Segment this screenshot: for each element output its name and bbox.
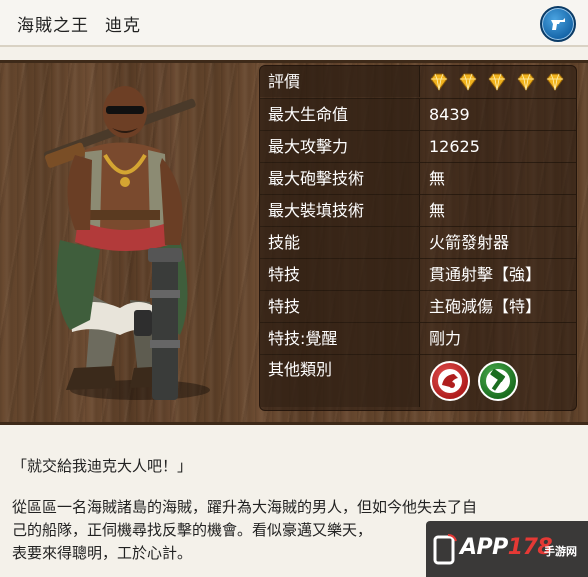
title-name: 迪克 — [105, 16, 141, 36]
gold-diamond-icon — [459, 73, 477, 91]
rating-gems — [428, 71, 568, 93]
stat-row-skill: 技能 火箭發射器 — [260, 226, 576, 258]
character-title: 海賊之王 迪克 — [17, 11, 141, 36]
stat-label: 技能 — [260, 227, 420, 258]
stat-value: 火箭發射器 — [429, 233, 510, 252]
stat-label: 最大生命值 — [260, 99, 420, 130]
hammer-icon[interactable] — [478, 361, 518, 401]
stat-row-categories: 其他類別 — [260, 354, 576, 407]
stat-value: 無 — [429, 169, 446, 188]
stat-value: 無 — [429, 201, 446, 220]
stat-label: 特技 — [260, 259, 420, 290]
stat-row-trait-1: 特技 貫通射擊【強】 — [260, 258, 576, 290]
watermark-text: APP178 — [460, 535, 553, 560]
character-portrait — [30, 70, 250, 420]
stat-row-rating: 評價 — [260, 66, 576, 98]
stat-row-max-attack: 最大攻擊力 12625 — [260, 130, 576, 162]
stats-table: 評價 最大生命值 8439 最大攻擊力 12625 最大砲擊技術 無 最大裝填技… — [259, 65, 577, 411]
title-epithet: 海賊之王 — [17, 16, 89, 36]
stat-row-max-hp: 最大生命值 8439 — [260, 98, 576, 130]
stat-label: 評價 — [260, 66, 420, 97]
gold-diamond-icon — [546, 73, 565, 91]
stat-label: 特技 — [260, 291, 420, 322]
gold-diamond-icon — [517, 73, 535, 91]
stat-label: 最大攻擊力 — [260, 131, 420, 162]
stat-row-awakening: 特技:覺醒 剛力 — [260, 322, 576, 354]
stat-label: 最大裝填技術 — [260, 195, 420, 226]
stat-label: 最大砲擊技術 — [260, 163, 420, 194]
site-watermark: APP178 手游网 — [426, 521, 588, 577]
title-bar: 海賊之王 迪克 — [0, 0, 588, 47]
stat-value: 12625 — [429, 137, 480, 156]
stat-value: 貫通射擊【強】 — [429, 265, 542, 284]
watermark-subtext: 手游网 — [544, 545, 577, 558]
phone-logo-icon — [433, 534, 457, 565]
stat-row-max-reload-skill: 最大裝填技術 無 — [260, 194, 576, 226]
cannon-shield-icon[interactable] — [430, 361, 470, 401]
revolver-icon[interactable] — [540, 6, 576, 42]
stat-value: 主砲減傷【特】 — [429, 297, 542, 316]
stat-label: 特技:覺醒 — [260, 323, 420, 354]
stat-label: 其他類別 — [260, 355, 420, 407]
gold-diamond-icon — [430, 73, 448, 91]
stat-value: 剛力 — [429, 329, 462, 348]
gold-diamond-icon — [488, 73, 506, 91]
stat-value: 8439 — [429, 105, 470, 124]
stat-row-max-cannon-skill: 最大砲擊技術 無 — [260, 162, 576, 194]
stat-row-trait-2: 特技 主砲減傷【特】 — [260, 290, 576, 322]
character-quote: 「就交給我迪克大人吧！」 — [12, 457, 193, 475]
description-line: 從區區一名海賊諸島的海賊，躍升為大海賊的男人，但如今他失去了自 — [12, 498, 478, 516]
